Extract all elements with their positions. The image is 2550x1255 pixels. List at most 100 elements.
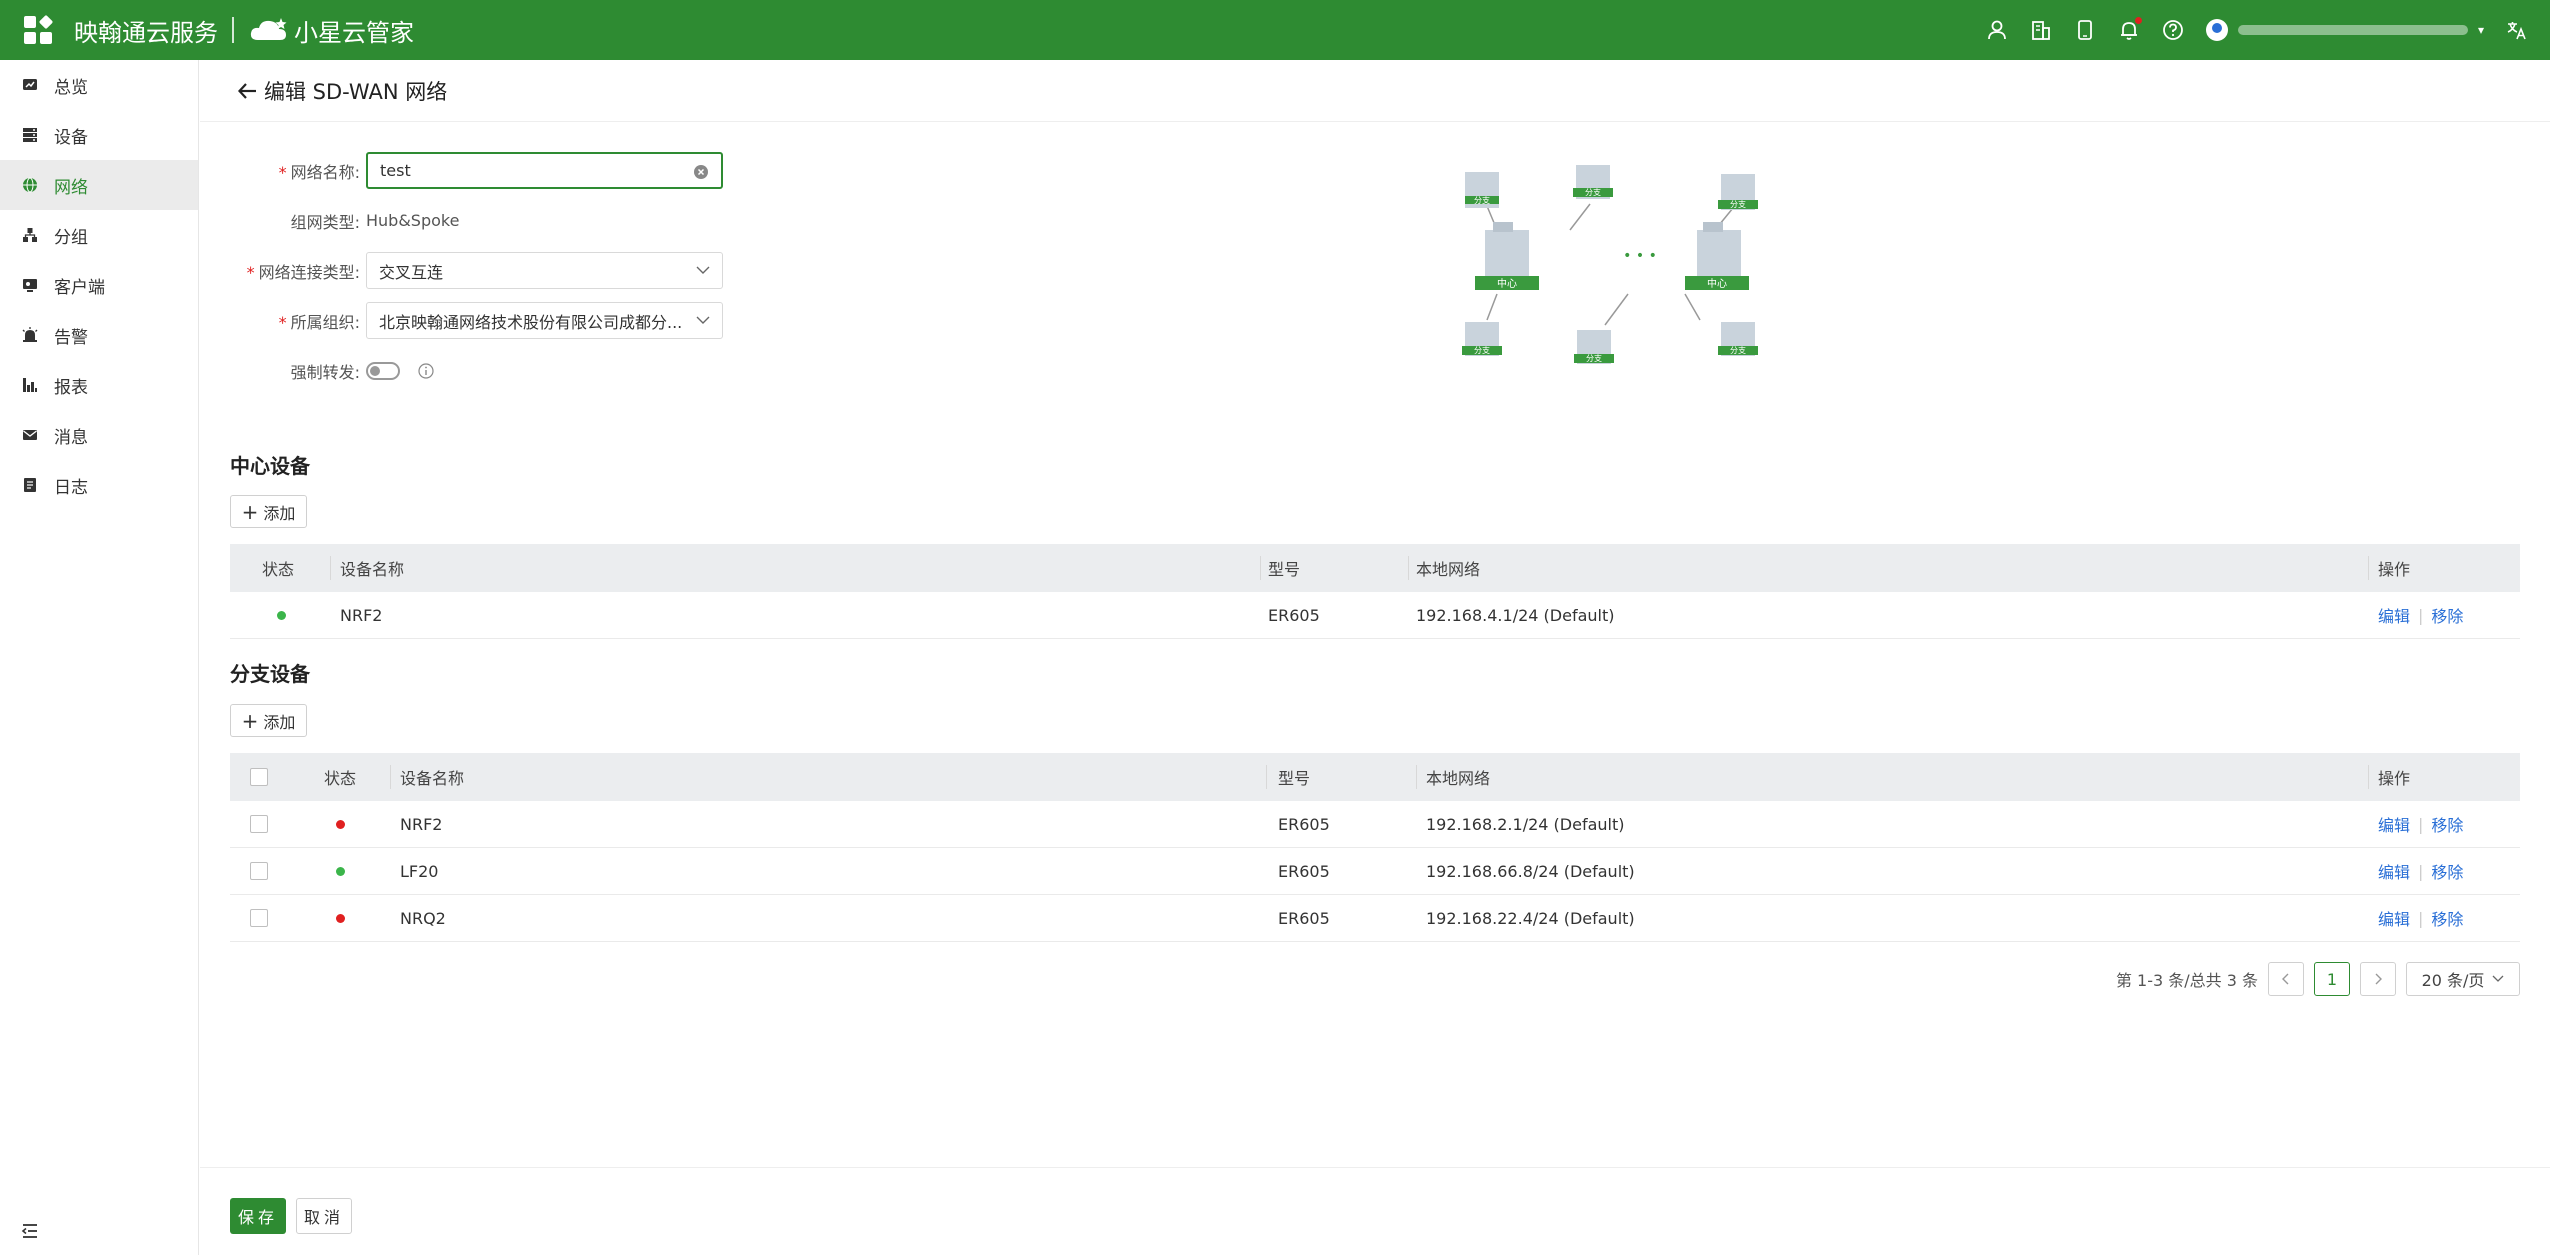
field-label: * 网络名称: <box>278 162 360 182</box>
form-row-connection: * 网络连接类型: 交叉互连 <box>200 252 723 289</box>
device-model: ER605 <box>1278 814 1330 834</box>
translate-icon[interactable] <box>2506 19 2528 41</box>
sidebar-item-group[interactable]: 分组 <box>0 210 198 260</box>
network-type-value: Hub&Spoke <box>366 211 460 230</box>
branch-node-top-left: 分支 <box>1465 172 1499 208</box>
form-row-name: * 网络名称: test <box>200 152 723 189</box>
sidebar-item-label: 消息 <box>54 427 88 448</box>
topology-ellipsis: • • • <box>1623 248 1657 264</box>
sidebar-item-messages[interactable]: 消息 <box>0 410 198 460</box>
row-checkbox[interactable] <box>250 862 268 880</box>
remove-link[interactable]: 移除 <box>2431 603 2463 627</box>
group-icon <box>22 227 38 243</box>
row-checkbox[interactable] <box>250 815 268 833</box>
client-icon <box>22 277 38 293</box>
device-list-icon <box>22 127 38 143</box>
brand-divider <box>232 17 234 43</box>
avatar <box>2205 19 2228 41</box>
device-name: NRF2 <box>400 814 443 834</box>
building-icon[interactable] <box>2030 19 2052 41</box>
local-network: 192.168.4.1/24 (Default) <box>1416 605 1615 625</box>
row-checkbox[interactable] <box>250 909 268 927</box>
hub-label: 中心 <box>1707 277 1727 290</box>
sidebar-item-overview[interactable]: 总览 <box>0 60 198 110</box>
select-all-checkbox[interactable] <box>250 768 268 786</box>
column-header-name: 设备名称 <box>400 769 465 788</box>
organization-select[interactable]: 北京映翰通网络技术股份有限公司成都分... <box>366 302 723 339</box>
bell-icon[interactable] <box>2118 17 2142 41</box>
help-icon[interactable] <box>2162 19 2184 41</box>
remove-link[interactable]: 移除 <box>2431 812 2463 836</box>
message-icon <box>22 427 38 443</box>
prev-page-button[interactable] <box>2268 962 2304 996</box>
column-header-actions: 操作 <box>2378 560 2411 579</box>
status-online-dot <box>336 866 345 876</box>
sidebar-item-label: 分组 <box>54 227 88 248</box>
column-header-model: 型号 <box>1268 560 1301 579</box>
branch-node-top-mid: 分支 <box>1573 165 1613 199</box>
device-icon[interactable] <box>2074 19 2096 41</box>
sidebar-item-devices[interactable]: 设备 <box>0 110 198 160</box>
hub-node-left: 中心 <box>1475 222 1539 290</box>
sidebar-item-label: 日志 <box>54 477 88 498</box>
next-page-button[interactable] <box>2360 962 2396 996</box>
cancel-button[interactable]: 取消 <box>296 1198 352 1234</box>
sidebar-item-label: 网络 <box>54 177 88 198</box>
column-header-network: 本地网络 <box>1416 560 1481 579</box>
hub-spoke-topology-diagram: 分支 分支 分支 中心 • • • 中心 分支 分支 分支 <box>1462 165 1758 364</box>
sidebar-item-label: 报表 <box>54 377 88 398</box>
sidebar-item-clients[interactable]: 客户端 <box>0 260 198 310</box>
user-menu[interactable]: ▾ <box>2205 19 2484 41</box>
page-size-select[interactable]: 20 条/页 <box>2406 962 2520 996</box>
save-button[interactable]: 保存 <box>230 1198 286 1234</box>
table-header: 状态 设备名称 型号 本地网络 操作 <box>230 544 2520 592</box>
sidebar-item-reports[interactable]: 报表 <box>0 360 198 410</box>
edit-link[interactable]: 编辑 <box>2378 603 2410 627</box>
branch-label: 分支 <box>1730 345 1746 355</box>
add-hub-device-button[interactable]: + 添加 <box>230 495 307 528</box>
apps-grid-icon[interactable] <box>24 14 54 44</box>
chevron-down-icon <box>696 266 710 274</box>
edit-link[interactable]: 编辑 <box>2378 812 2410 836</box>
chevron-left-icon <box>2282 973 2289 985</box>
remove-link[interactable]: 移除 <box>2431 906 2463 930</box>
connection-type-select[interactable]: 交叉互连 <box>366 252 723 289</box>
field-label: * 所属组织: <box>278 312 360 332</box>
edit-link[interactable]: 编辑 <box>2378 859 2410 883</box>
add-branch-device-button[interactable]: + 添加 <box>230 704 307 737</box>
sidebar-item-network[interactable]: 网络 <box>0 160 198 210</box>
product-name: 小星云管家 <box>294 18 414 47</box>
back-arrow-icon[interactable] <box>236 80 258 102</box>
sidebar-item-logs[interactable]: 日志 <box>0 460 198 510</box>
collapse-menu-icon[interactable] <box>20 1221 40 1241</box>
info-icon[interactable] <box>418 362 434 379</box>
dashboard-icon <box>22 77 38 93</box>
hub-devices-title: 中心设备 <box>230 454 310 478</box>
status-online-dot <box>277 610 286 620</box>
device-model: ER605 <box>1278 861 1330 881</box>
status-offline-dot <box>336 819 345 829</box>
device-name: NRF2 <box>340 605 383 625</box>
clear-icon[interactable] <box>693 164 709 180</box>
branch-devices-title: 分支设备 <box>230 662 310 686</box>
table-row: NRF2 ER605 192.168.2.1/24 (Default) 编辑 |… <box>230 801 2520 848</box>
form-row-org: * 所属组织: 北京映翰通网络技术股份有限公司成都分... <box>200 302 723 339</box>
sidebar-item-alarms[interactable]: 告警 <box>0 310 198 360</box>
branch-label: 分支 <box>1474 195 1490 205</box>
sidebar: 总览 设备 网络 分组 客户端 告警 报表 消息 日志 <box>0 60 199 1255</box>
branch-label: 分支 <box>1730 199 1746 209</box>
remove-link[interactable]: 移除 <box>2431 859 2463 883</box>
network-name-input[interactable]: test <box>366 152 723 189</box>
column-header-network: 本地网络 <box>1426 769 1491 788</box>
hub-label: 中心 <box>1497 277 1517 290</box>
page-button[interactable]: 1 <box>2314 962 2350 996</box>
table-row: LF20 ER605 192.168.66.8/24 (Default) 编辑 … <box>230 848 2520 895</box>
form-row-force: 强制转发: <box>200 352 434 389</box>
table-header: 状态 设备名称 型号 本地网络 操作 <box>230 753 2520 801</box>
edit-link[interactable]: 编辑 <box>2378 906 2410 930</box>
force-forward-toggle[interactable] <box>366 361 400 380</box>
field-label: 组网类型: <box>290 212 360 232</box>
hub-node-right: 中心 <box>1685 222 1749 290</box>
column-header-model: 型号 <box>1278 769 1311 788</box>
user-icon[interactable] <box>1986 19 2008 41</box>
